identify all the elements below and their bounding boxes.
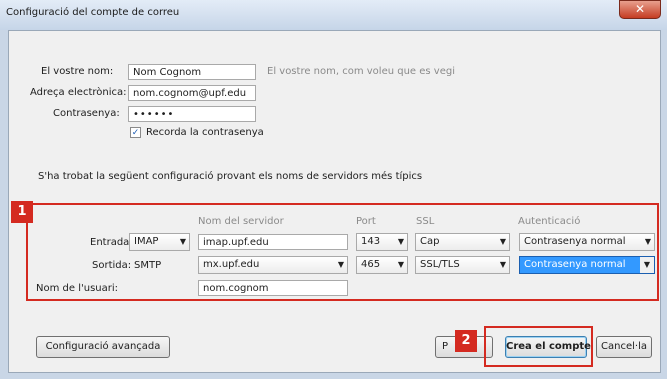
chevron-down-icon: ▼	[337, 260, 344, 269]
outgoing-auth-select[interactable]: Contrasenya normal ▼	[519, 256, 655, 274]
found-config-message: S'ha trobat la següent configuració prov…	[38, 171, 423, 182]
remember-password-checkbox[interactable]: ✓	[130, 127, 141, 138]
header-server: Nom del servidor	[198, 216, 284, 227]
title-bar: Configuració del compte de correu ✕	[0, 0, 667, 30]
outgoing-label: Sortida:	[92, 260, 132, 271]
name-field[interactable]: Nom Cognom	[128, 64, 256, 80]
create-account-highlight	[484, 326, 593, 367]
incoming-port-select[interactable]: 143 ▼	[356, 233, 408, 251]
chevron-down-icon: ▼	[644, 237, 651, 246]
callout-badge-1: 1	[11, 201, 33, 223]
username-field[interactable]: nom.cognom	[198, 280, 348, 296]
outgoing-auth-value: Contrasenya normal	[524, 259, 626, 270]
incoming-server-field[interactable]: imap.upf.edu	[198, 234, 348, 250]
outgoing-server-select[interactable]: mx.upf.edu ▼	[198, 256, 348, 274]
incoming-port-value: 143	[361, 236, 381, 247]
incoming-auth-value: Contrasenya normal	[524, 236, 626, 247]
incoming-ssl-value: Cap	[420, 236, 440, 247]
window-title: Configuració del compte de correu	[6, 7, 180, 18]
header-port: Port	[356, 216, 376, 227]
name-label: El vostre nom:	[41, 66, 114, 77]
advanced-config-button[interactable]: Configuració avançada	[36, 336, 170, 358]
callout-badge-2: 2	[455, 330, 477, 352]
header-auth: Autenticació	[518, 216, 581, 227]
outgoing-port-value: 465	[361, 259, 381, 270]
email-label: Adreça electrònica:	[30, 87, 127, 98]
email-field[interactable]: nom.cognom@upf.edu	[128, 85, 256, 101]
chevron-down-icon: ▼	[499, 260, 506, 269]
dialog-window: Configuració del compte de correu ✕ El v…	[0, 0, 667, 379]
dialog-content: El vostre nom: Nom Cognom El vostre nom,…	[8, 30, 661, 373]
password-field[interactable]: ••••••	[128, 106, 256, 122]
close-icon[interactable]: ✕	[619, 0, 661, 19]
chevron-down-icon: ▼	[397, 237, 404, 246]
outgoing-ssl-select[interactable]: SSL/TLS ▼	[415, 256, 510, 274]
chevron-down-icon: ▼	[397, 260, 404, 269]
incoming-label: Entrada:	[90, 237, 133, 248]
incoming-protocol-value: IMAP	[134, 236, 159, 247]
outgoing-ssl-value: SSL/TLS	[420, 259, 460, 270]
password-label: Contrasenya:	[53, 108, 120, 119]
outgoing-port-select[interactable]: 465 ▼	[356, 256, 408, 274]
cancel-button[interactable]: Cancel·la	[596, 336, 652, 358]
remember-password-label: Recorda la contrasenya	[146, 127, 264, 138]
incoming-protocol-select[interactable]: IMAP ▼	[129, 233, 190, 251]
incoming-ssl-select[interactable]: Cap ▼	[415, 233, 510, 251]
name-hint: El vostre nom, com voleu que es vegi	[267, 66, 455, 77]
outgoing-server-value: mx.upf.edu	[203, 259, 260, 270]
chevron-down-icon: ▼	[179, 237, 186, 246]
outgoing-protocol: SMTP	[134, 260, 162, 271]
username-label: Nom de l'usuari:	[36, 283, 118, 294]
incoming-auth-select[interactable]: Contrasenya normal ▼	[519, 233, 655, 251]
chevron-down-icon: ▼	[499, 237, 506, 246]
header-ssl: SSL	[416, 216, 435, 227]
chevron-down-icon: ▼	[640, 257, 654, 273]
